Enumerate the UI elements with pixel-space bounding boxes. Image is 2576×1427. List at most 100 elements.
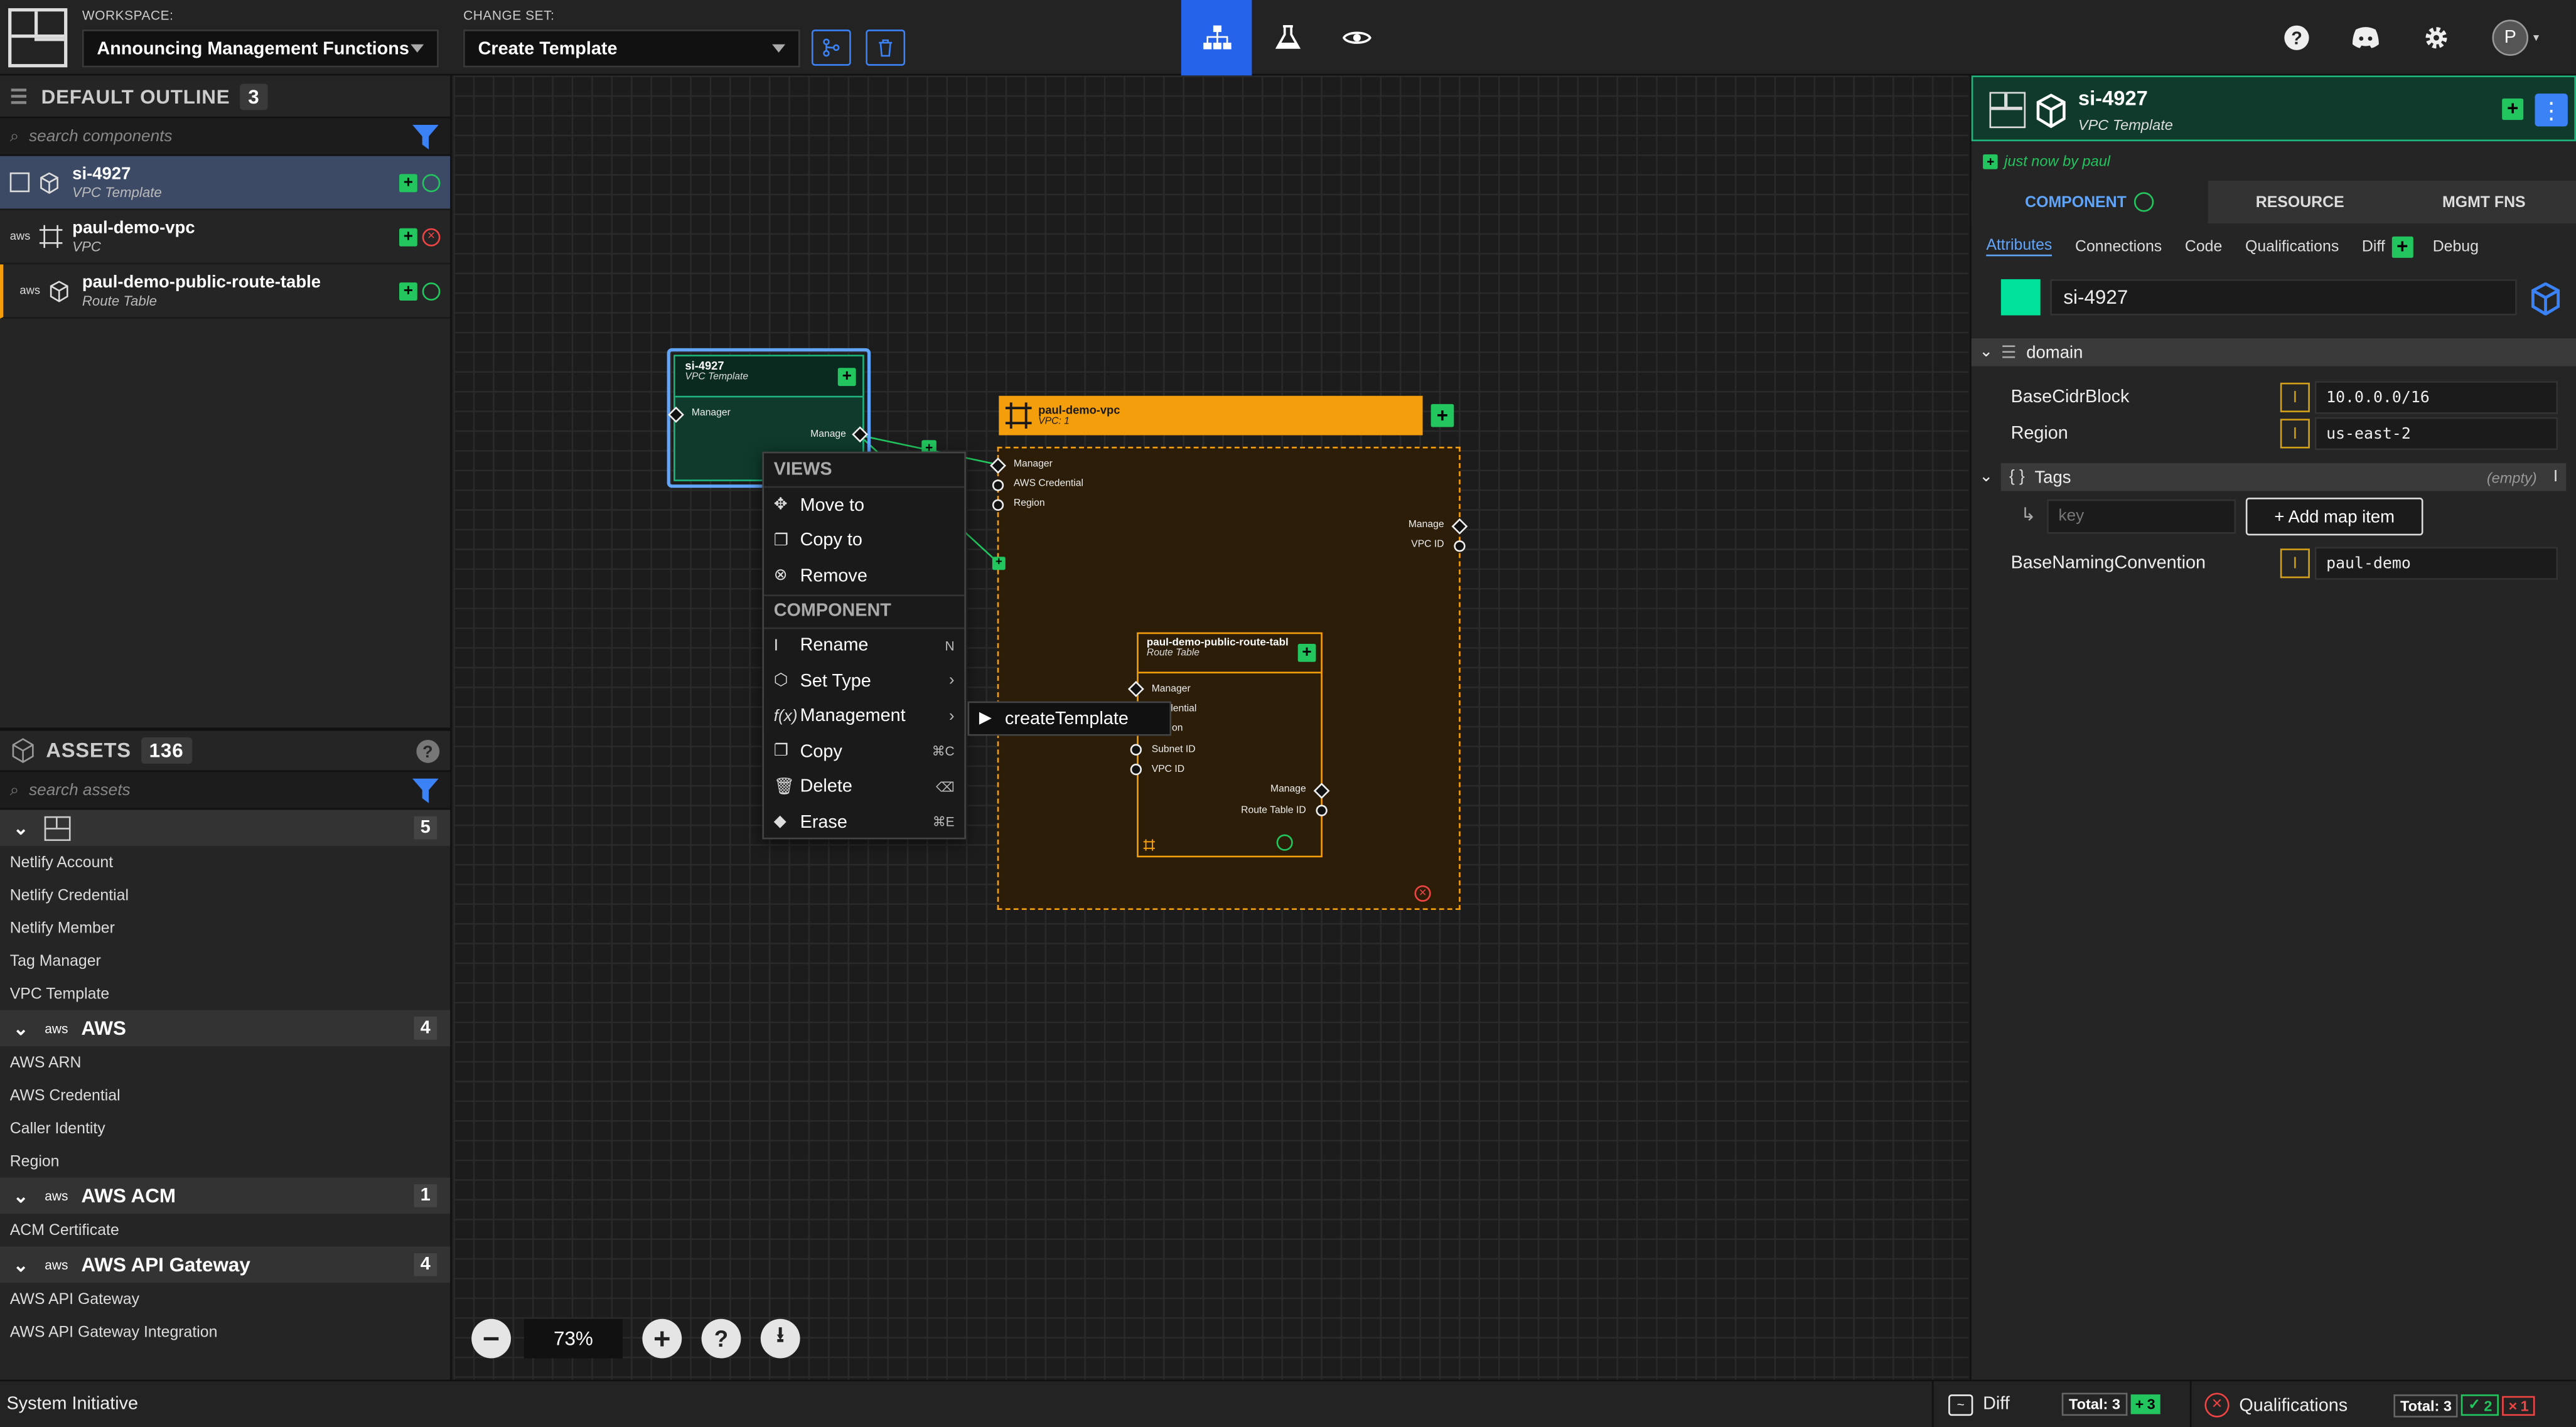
text-type-icon[interactable]: I xyxy=(2280,382,2310,412)
menu-item-copy-to[interactable]: ❐ Copy to xyxy=(764,523,964,559)
zoom-out-button[interactable]: − xyxy=(471,1318,511,1359)
cube-icon[interactable] xyxy=(2530,282,2562,316)
menu-item-management[interactable]: f(x) Management › xyxy=(764,698,965,734)
qualifications-total: Total: 3 xyxy=(2393,1393,2459,1417)
menu-item-erase[interactable]: ◆ Erase ⌘E xyxy=(764,804,964,840)
copy-icon: ❐ xyxy=(773,742,789,761)
subtab-code[interactable]: Code xyxy=(2185,237,2222,255)
node-type: VPC: 1 xyxy=(1038,416,1070,427)
discord-button[interactable] xyxy=(2341,13,2391,63)
component-name: si-4927 xyxy=(2078,87,2148,110)
chevron-down-icon: ⌄ xyxy=(1979,343,1994,361)
eraser-icon: ◆ xyxy=(773,813,786,832)
play-icon: ▶ xyxy=(979,709,992,728)
socket-label: Manage xyxy=(1270,785,1306,795)
node-name: si-4927 xyxy=(685,361,724,373)
list-icon: ☰ xyxy=(2000,342,2017,363)
zoom-controls: − 73% + ? ⭳ xyxy=(471,1318,800,1359)
add-map-item-button[interactable]: + Add map item xyxy=(2245,498,2423,536)
attr-label: BaseCidrBlock xyxy=(2010,387,2130,408)
menu-item-set-type[interactable]: ⬡ Set Type › xyxy=(764,663,964,698)
question-icon: ? xyxy=(714,1325,729,1352)
menu-item-rename[interactable]: I Rename N xyxy=(764,628,964,663)
node-name: paul-demo-public-route-table xyxy=(1146,637,1288,649)
socket-label: Subnet ID xyxy=(1151,746,1196,756)
status-bar: System Initiative ~ Diff Total: 3 +3 × Q… xyxy=(0,1379,2576,1427)
user-menu[interactable]: P ▾ xyxy=(2492,19,2539,56)
attr-label: BaseNamingConvention xyxy=(2010,553,2206,574)
subtab-qualifications[interactable]: Qualifications xyxy=(2245,237,2339,255)
menu-item-label: Copy xyxy=(800,742,842,762)
help-button[interactable]: ? xyxy=(2272,13,2322,63)
settings-button[interactable] xyxy=(2412,13,2461,63)
attr-value-basecidrblock[interactable]: 10.0.0.0/16 xyxy=(2314,381,2558,414)
zoom-level: 73% xyxy=(523,1318,623,1359)
menu-item-copy[interactable]: ❐ Copy ⌘C xyxy=(764,734,964,769)
edge-added-icon: + xyxy=(992,557,1006,570)
vpc-frame-header[interactable]: paul-demo-vpc VPC: 1 xyxy=(999,395,1423,436)
error-icon: × xyxy=(2204,1392,2230,1418)
qualifications-ok-count: 2 xyxy=(2484,1397,2493,1414)
menu-item-delete[interactable]: 🗑 Delete ⌫ xyxy=(764,769,964,804)
tab-label: COMPONENT xyxy=(2025,193,2127,211)
text-type-icon[interactable]: I xyxy=(2280,419,2310,449)
attr-value-region[interactable]: us-east-2 xyxy=(2314,417,2558,451)
socket-label: VPC ID xyxy=(1411,540,1444,550)
added-icon: + xyxy=(2391,235,2413,257)
move-icon: ✥ xyxy=(773,496,788,515)
domain-section-header[interactable]: ⌄ ☰ domain xyxy=(1971,338,2576,366)
menu-item-remove[interactable]: ⊗ Remove xyxy=(764,559,964,594)
socket-in-region[interactable] xyxy=(992,499,1004,511)
diff-icon: ~ xyxy=(1948,1393,1973,1415)
attr-value-basenamingconvention[interactable]: paul-demo xyxy=(2314,547,2558,580)
attr-row-basecidrblock: BaseCidrBlock I 10.0.0.0/16 xyxy=(1972,380,2576,416)
chevron-down-icon: ▾ xyxy=(2533,33,2540,45)
details-subtabs: Attributes Connections Code Qualificatio… xyxy=(1986,235,2501,257)
component-menu-button[interactable]: ⋮ xyxy=(2535,94,2568,127)
component-color-swatch[interactable] xyxy=(2000,279,2041,316)
zoom-in-button[interactable]: + xyxy=(642,1318,682,1359)
subtab-connections[interactable]: Connections xyxy=(2075,237,2162,255)
tag-key-input[interactable]: key xyxy=(2047,499,2236,534)
menu-shortcut: ⌘E xyxy=(932,815,955,830)
diff-added-badge: +3 xyxy=(2130,1394,2160,1414)
copy-icon: ❐ xyxy=(773,532,789,550)
socket-in-vpc-id[interactable] xyxy=(1130,764,1142,776)
socket-label: Manager xyxy=(691,409,731,419)
subtab-diff[interactable]: Diff xyxy=(2362,237,2385,255)
check-icon xyxy=(1276,834,1293,851)
tab-resource[interactable]: RESOURCE xyxy=(2208,181,2392,223)
tags-section-header[interactable]: ⌄ { } Tags (empty) I xyxy=(1972,463,2576,491)
tab-mgmt-fns[interactable]: MGMT FNS xyxy=(2392,181,2576,223)
subtab-debug[interactable]: Debug xyxy=(2433,237,2479,255)
menu-section-header: COMPONENT xyxy=(764,594,965,629)
diff-status[interactable]: ~ Diff Total: 3 +3 xyxy=(1948,1392,2160,1416)
tab-component[interactable]: COMPONENT xyxy=(1971,180,2208,223)
menu-item-move-to[interactable]: ✥ Move to xyxy=(764,488,964,523)
subtab-attributes[interactable]: Attributes xyxy=(1986,237,2053,257)
menu-item-label: Remove xyxy=(800,566,867,586)
added-icon: + xyxy=(1430,404,1454,427)
menu-item-label: Copy to xyxy=(800,531,862,551)
diff-total: Total: 3 xyxy=(2062,1392,2127,1416)
tags-bar: { } Tags (empty) I xyxy=(2000,463,2567,491)
avatar: P xyxy=(2492,19,2529,56)
canvas-help-button[interactable]: ? xyxy=(701,1318,741,1359)
gear-icon xyxy=(2425,27,2447,49)
text-type-icon[interactable]: I xyxy=(2280,548,2310,579)
socket-in-subnet-id[interactable] xyxy=(1130,744,1142,756)
cube-icon: ⬡ xyxy=(773,672,788,690)
qualifications-status[interactable]: × Qualifications Total: 3 ✓ 2 × 1 xyxy=(2204,1392,2536,1418)
socket-out-route-table-id[interactable] xyxy=(1316,804,1328,816)
component-name-input[interactable]: si-4927 xyxy=(2050,279,2517,316)
tags-empty: (empty) xyxy=(2486,469,2537,486)
socket-label: AWS Credential xyxy=(1013,479,1084,489)
child-arrow-icon: ↳ xyxy=(2021,506,2036,526)
download-button[interactable]: ⭳ xyxy=(760,1318,800,1359)
socket-in-aws-credential[interactable] xyxy=(992,479,1004,491)
submenu-item-create-template[interactable]: ▶ createTemplate xyxy=(967,701,1172,736)
route-table-node[interactable]: paul-demo-public-route-table Route Table… xyxy=(1137,632,1323,858)
socket-out-vpc-id[interactable] xyxy=(1454,540,1466,552)
node-type: Route Table xyxy=(1146,648,1199,659)
attr-row-region: Region I us-east-2 xyxy=(1972,415,2576,452)
